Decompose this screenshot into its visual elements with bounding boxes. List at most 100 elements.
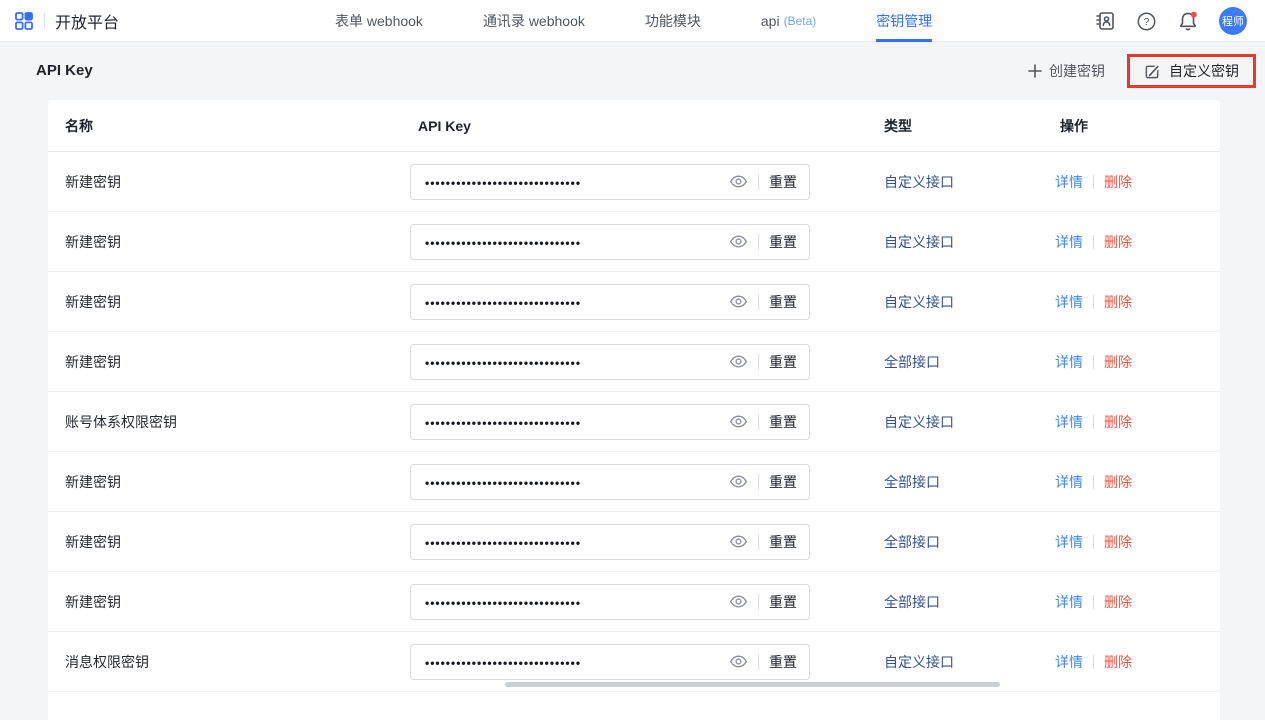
field-divider [758,354,759,370]
key-name: 新建密钥 [48,232,410,252]
help-icon[interactable]: ? [1136,11,1157,32]
field-divider [758,294,759,310]
masked-api-key: •••••••••••••••••••••••••••••• [425,595,729,609]
reset-button[interactable]: 重置 [769,532,797,552]
delete-link[interactable]: 删除 [1104,472,1132,492]
user-avatar[interactable]: 程师 [1219,7,1247,35]
eye-icon[interactable] [729,595,748,608]
action-divider [1093,415,1094,429]
reset-button[interactable]: 重置 [769,412,797,432]
eye-icon[interactable] [729,175,748,188]
reset-button[interactable]: 重置 [769,592,797,612]
api-key-field[interactable]: •••••••••••••••••••••••••••••• 重置 [410,164,810,200]
delete-link[interactable]: 删除 [1104,532,1132,552]
create-key-label: 创建密钥 [1049,61,1105,81]
detail-link[interactable]: 详情 [1055,412,1083,432]
delete-link[interactable]: 删除 [1104,292,1132,312]
eye-icon[interactable] [729,655,748,668]
masked-api-key: •••••••••••••••••••••••••••••• [425,295,729,309]
table-row: 新建密钥 •••••••••••••••••••••••••••••• 重置 自… [48,272,1220,332]
delete-link[interactable]: 删除 [1104,592,1132,612]
reset-button[interactable]: 重置 [769,292,797,312]
row-actions: 详情 删除 [1055,592,1220,612]
key-type: 全部接口 [884,352,1055,372]
key-name: 新建密钥 [48,352,410,372]
detail-link[interactable]: 详情 [1055,292,1083,312]
action-divider [1093,355,1094,369]
detail-link[interactable]: 详情 [1055,652,1083,672]
tab-contacts-webhook[interactable]: 通讯录 webhook [483,0,585,42]
custom-key-button[interactable]: 自定义密钥 [1144,61,1239,81]
key-type: 自定义接口 [884,172,1055,192]
delete-link[interactable]: 删除 [1104,412,1132,432]
detail-link[interactable]: 详情 [1055,352,1083,372]
field-divider [758,654,759,670]
detail-link[interactable]: 详情 [1055,592,1083,612]
reset-button[interactable]: 重置 [769,232,797,252]
eye-icon[interactable] [729,355,748,368]
tab-label: 密钥管理 [876,11,932,31]
key-name: 消息权限密钥 [48,652,410,672]
reset-button[interactable]: 重置 [769,352,797,372]
eye-icon[interactable] [729,535,748,548]
api-key-field[interactable]: •••••••••••••••••••••••••••••• 重置 [410,404,810,440]
api-key-field[interactable]: •••••••••••••••••••••••••••••• 重置 [410,464,810,500]
address-book-icon[interactable] [1094,10,1116,32]
api-key-field[interactable]: •••••••••••••••••••••••••••••• 重置 [410,344,810,380]
masked-api-key: •••••••••••••••••••••••••••••• [425,415,729,429]
apps-grid-icon[interactable] [14,11,34,31]
table-row: 新建密钥 •••••••••••••••••••••••••••••• 重置 全… [48,452,1220,512]
api-key-field[interactable]: •••••••••••••••••••••••••••••• 重置 [410,524,810,560]
row-actions: 详情 删除 [1055,172,1220,192]
reset-button[interactable]: 重置 [769,472,797,492]
tab-key-management[interactable]: 密钥管理 [876,0,932,42]
api-key-field[interactable]: •••••••••••••••••••••••••••••• 重置 [410,224,810,260]
action-divider [1093,535,1094,549]
tab-api[interactable]: api (Beta) [761,0,816,42]
eye-icon[interactable] [729,295,748,308]
table-row: 新建密钥 •••••••••••••••••••••••••••••• 重置 自… [48,212,1220,272]
notification-bell-icon[interactable] [1177,10,1199,32]
masked-api-key: •••••••••••••••••••••••••••••• [425,175,729,189]
field-divider [758,534,759,550]
tab-feature-modules[interactable]: 功能模块 [645,0,701,42]
field-divider [758,414,759,430]
eye-icon[interactable] [729,235,748,248]
table-header-row: 名称 API Key 类型 操作 [48,100,1220,152]
key-cell: •••••••••••••••••••••••••••••• 重置 [410,404,884,440]
tab-form-webhook[interactable]: 表单 webhook [335,0,423,42]
api-key-field[interactable]: •••••••••••••••••••••••••••••• 重置 [410,644,810,680]
column-header-api-key: API Key [410,118,884,134]
masked-api-key: •••••••••••••••••••••••••••••• [425,535,729,549]
detail-link[interactable]: 详情 [1055,472,1083,492]
key-cell: •••••••••••••••••••••••••••••• 重置 [410,644,884,680]
detail-link[interactable]: 详情 [1055,172,1083,192]
row-actions: 详情 删除 [1055,232,1220,252]
detail-link[interactable]: 详情 [1055,232,1083,252]
masked-api-key: •••••••••••••••••••••••••••••• [425,235,729,249]
key-cell: •••••••••••••••••••••••••••••• 重置 [410,344,884,380]
eye-icon[interactable] [729,415,748,428]
annotation-highlight-box: 自定义密钥 [1127,54,1256,88]
column-header-name: 名称 [48,116,410,136]
delete-link[interactable]: 删除 [1104,352,1132,372]
detail-link[interactable]: 详情 [1055,532,1083,552]
delete-link[interactable]: 删除 [1104,172,1132,192]
action-divider [1093,475,1094,489]
field-divider [758,174,759,190]
reset-button[interactable]: 重置 [769,652,797,672]
key-name: 新建密钥 [48,532,410,552]
tab-label: 通讯录 webhook [483,11,585,31]
api-key-field[interactable]: •••••••••••••••••••••••••••••• 重置 [410,284,810,320]
action-divider [1093,295,1094,309]
reset-button[interactable]: 重置 [769,172,797,192]
eye-icon[interactable] [729,475,748,488]
horizontal-scrollbar-thumb[interactable] [505,682,1000,687]
delete-link[interactable]: 删除 [1104,232,1132,252]
tab-label: api [761,13,780,29]
api-key-field[interactable]: •••••••••••••••••••••••••••••• 重置 [410,584,810,620]
table-row: 新建密钥 •••••••••••••••••••••••••••••• 重置 全… [48,332,1220,392]
delete-link[interactable]: 删除 [1104,652,1132,672]
create-key-button[interactable]: 创建密钥 [1028,61,1105,81]
key-name: 新建密钥 [48,592,410,612]
